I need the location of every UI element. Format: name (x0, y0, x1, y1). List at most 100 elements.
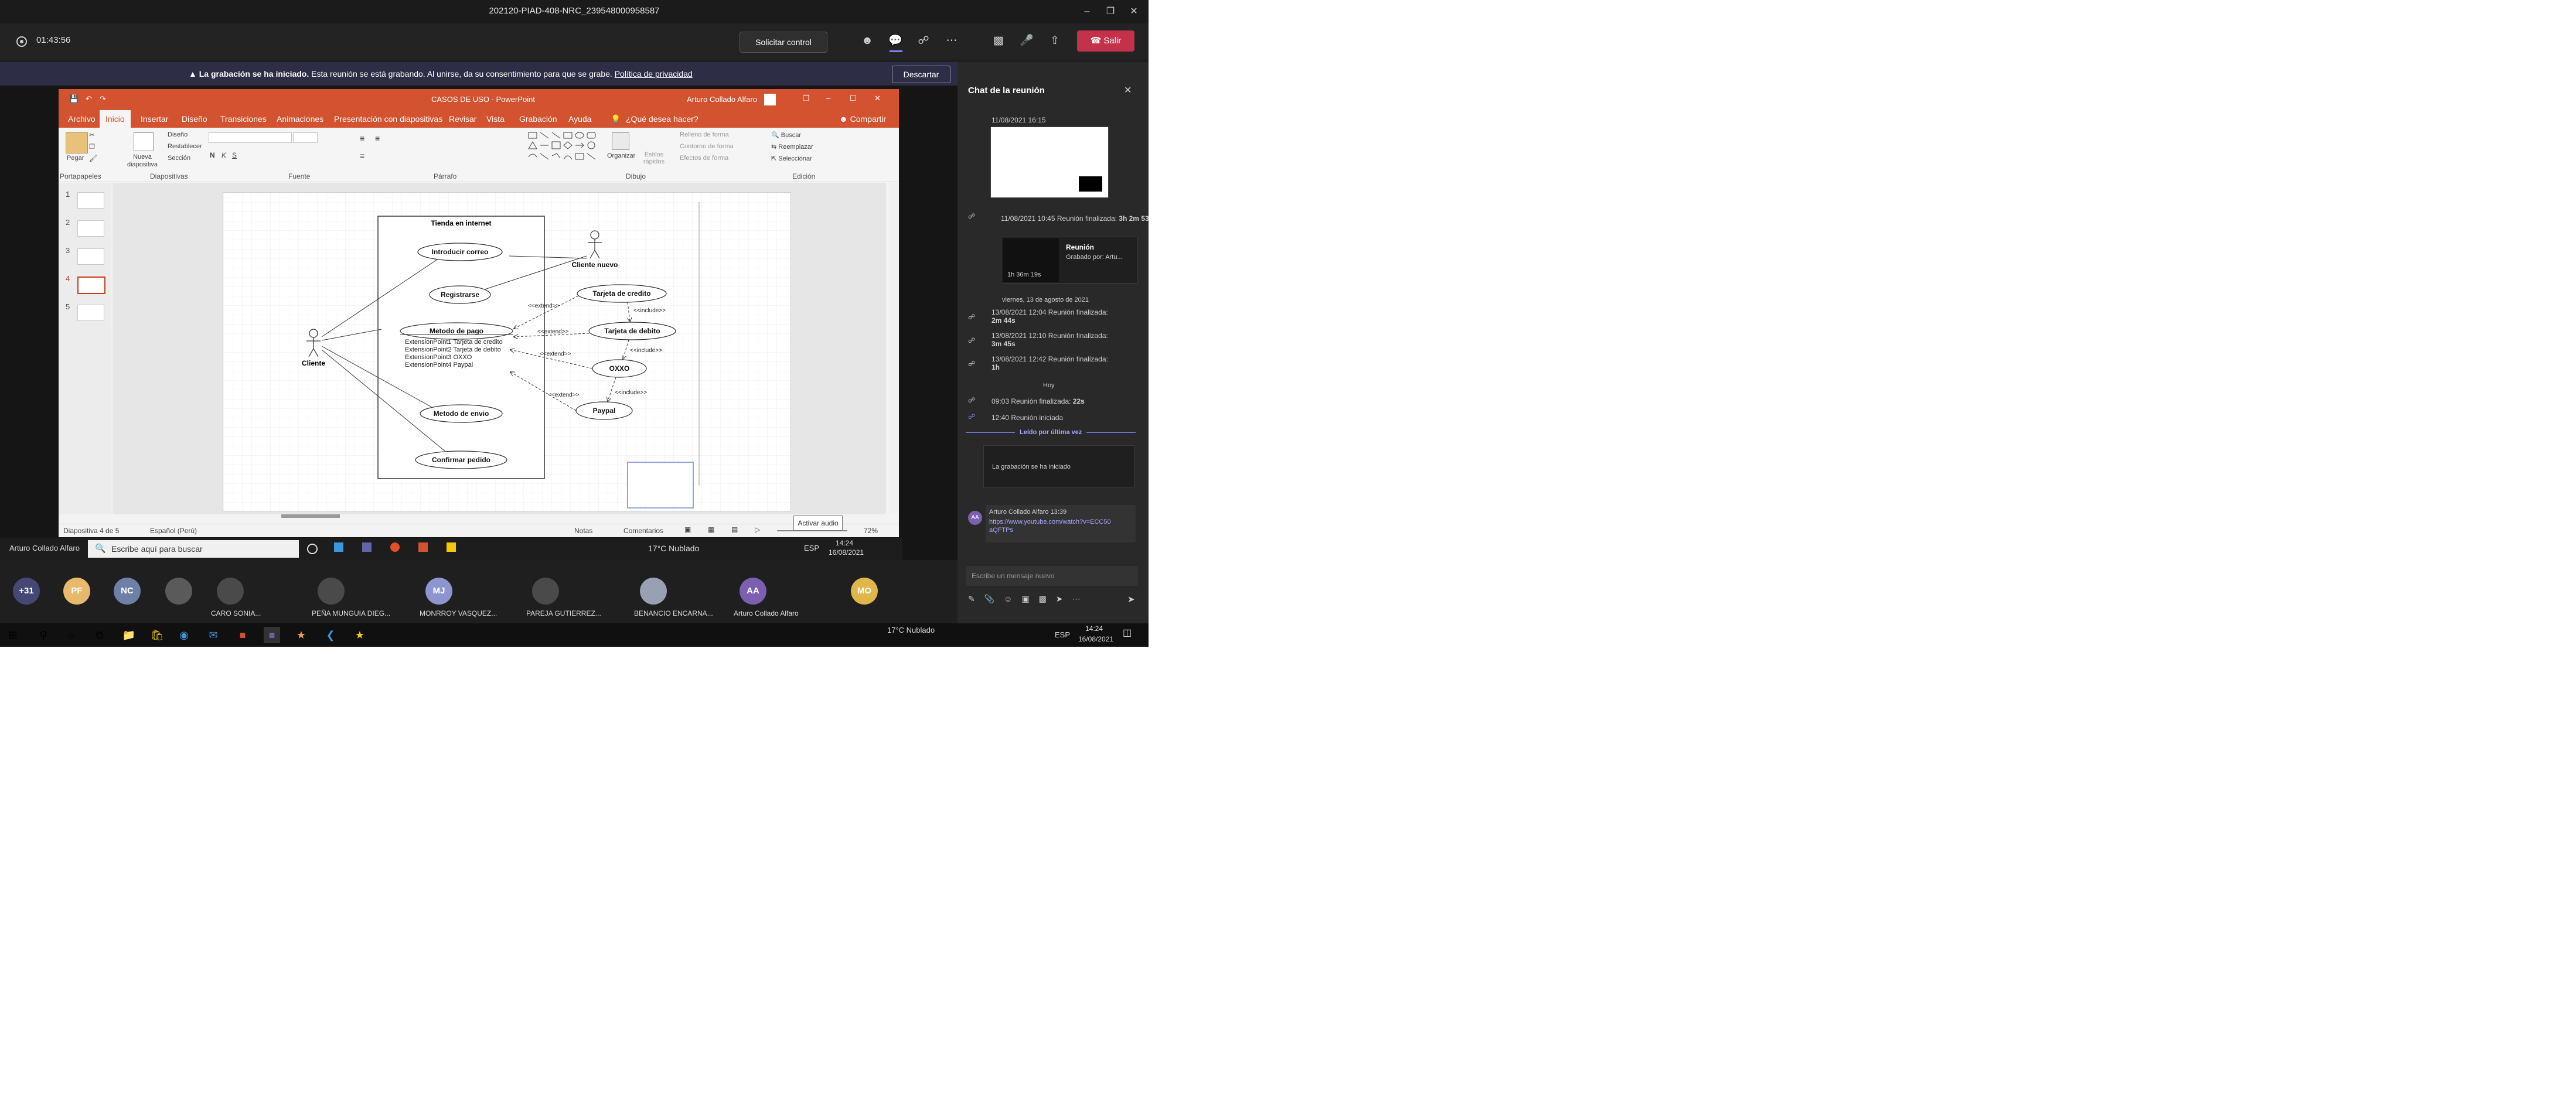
tell-me[interactable]: ¿Qué desea hacer? (626, 114, 698, 124)
shapes-gallery[interactable] (527, 131, 604, 164)
rooms-icon[interactable]: ☍ (915, 33, 932, 49)
dismiss-button[interactable]: Descartar (892, 66, 950, 83)
youtube-link[interactable]: https://www.youtube.com/watch?v=ECC50aQF… (989, 518, 1112, 534)
task-view-icon[interactable]: ⧉ (91, 627, 108, 643)
participant-avatar[interactable]: MO (851, 578, 878, 605)
slide-thumb-4[interactable] (77, 277, 105, 294)
paste-icon[interactable] (66, 132, 88, 153)
slide-thumb-2[interactable] (77, 220, 104, 237)
save-icon[interactable]: 💾 (69, 94, 79, 104)
vertical-scrollbar[interactable] (890, 183, 898, 514)
participant-avatar[interactable] (532, 578, 559, 605)
chrome-icon[interactable] (390, 542, 400, 552)
arrange-icon[interactable] (612, 132, 629, 150)
participant-avatar[interactable]: +31 (13, 578, 40, 605)
participant-avatar[interactable]: PF (63, 578, 90, 605)
notes-button[interactable]: Notas (574, 527, 592, 535)
new-slide-label[interactable]: Nueva diapositiva (122, 153, 163, 169)
participant-avatar[interactable] (640, 578, 667, 605)
italic-icon[interactable]: K (222, 151, 226, 159)
chat-icon[interactable]: 💬 (887, 33, 904, 49)
close-window-icon[interactable]: ✕ (1125, 5, 1143, 19)
align-icon[interactable]: ≡ (360, 151, 364, 161)
chat-compose-tools[interactable]: ✎📎☺▣▩➤⋯ (968, 594, 1090, 604)
share-button[interactable]: ☻ Compartir (839, 114, 886, 124)
recording-card[interactable]: Reunión Grabado por: Artu... 1h 36m 19s (1001, 237, 1138, 284)
app-icon[interactable]: ★ (352, 627, 368, 643)
copy-icon[interactable]: ❐ (89, 143, 95, 151)
mail-icon[interactable]: ✉ (205, 627, 222, 643)
participant-avatar[interactable]: MJ (425, 578, 452, 605)
new-slide-icon[interactable] (134, 132, 154, 151)
comments-button[interactable]: Comentarios (623, 527, 663, 535)
menu-revisar[interactable]: Revisar (449, 114, 476, 124)
ppt-close-icon[interactable]: ✕ (874, 94, 881, 103)
menu-transiciones[interactable]: Transiciones (220, 114, 267, 124)
cortana-icon[interactable] (307, 544, 318, 554)
cortana-icon[interactable]: ○ (63, 627, 80, 643)
participant-avatar[interactable] (165, 578, 192, 605)
edge-icon[interactable] (334, 542, 343, 552)
section-button[interactable]: Sección (168, 155, 190, 162)
remote-search-box[interactable]: 🔍 Escribe aquí para buscar (88, 540, 299, 558)
menu-ayuda[interactable]: Ayuda (568, 114, 591, 124)
slide[interactable]: Tienda en internet Cliente Cliente nuevo (223, 192, 791, 511)
slide-thumb-5[interactable] (77, 305, 104, 321)
zoom-preview[interactable] (627, 462, 694, 508)
menu-archivo[interactable]: Archivo (68, 114, 96, 124)
weather-widget[interactable]: 17°C Nublado (887, 626, 935, 634)
participant-avatar[interactable] (318, 578, 345, 605)
menu-grabacion[interactable]: Grabación (519, 114, 557, 124)
teams-app-icon[interactable] (362, 542, 372, 552)
ppt-restore-icon[interactable]: ❐ (803, 94, 810, 103)
slide-thumb-1[interactable] (77, 192, 104, 209)
app-icon[interactable]: ★ (293, 627, 309, 643)
minimize-icon[interactable]: – (1078, 5, 1096, 19)
powerpoint-icon[interactable] (418, 542, 428, 552)
shape-effects-button[interactable]: Efectos de forma (680, 155, 728, 162)
menu-insertar[interactable]: Insertar (141, 114, 168, 124)
ppt-maximize-icon[interactable]: ☐ (850, 94, 857, 103)
search-icon[interactable]: ⚲ (35, 627, 52, 643)
underline-icon[interactable]: S (232, 151, 237, 159)
input-language[interactable]: ESP (1055, 630, 1070, 639)
format-painter-icon[interactable]: 🖌 (89, 155, 97, 162)
restore-icon[interactable]: ❐ (1102, 5, 1119, 19)
menu-vista[interactable]: Vista (486, 114, 505, 124)
paste-label[interactable]: Pegar (67, 155, 84, 162)
menu-diseno[interactable]: Diseño (182, 114, 207, 124)
store-icon[interactable]: 🛍 (149, 627, 165, 643)
menu-animaciones[interactable]: Animaciones (277, 114, 323, 124)
language-indicator[interactable]: Español (Perú) (150, 527, 197, 535)
office-icon[interactable]: ■ (234, 627, 251, 643)
start-icon[interactable]: ⊞ (5, 627, 21, 643)
find-button[interactable]: 🔍 Buscar (771, 131, 801, 139)
bold-icon[interactable]: N (210, 151, 215, 159)
send-icon[interactable]: ➤ (1127, 594, 1135, 605)
user-avatar[interactable] (764, 94, 776, 105)
participant-avatar[interactable]: NC (114, 578, 141, 605)
layout-button[interactable]: Diseño (168, 131, 188, 138)
participant-avatar[interactable]: AA (740, 578, 766, 605)
message-input[interactable]: Escribe un mensaje nuevo (966, 566, 1138, 586)
clock-time[interactable]: 14:24 (1085, 624, 1103, 633)
edge-icon[interactable]: ◉ (176, 627, 192, 643)
menu-inicio[interactable]: Inicio (100, 110, 131, 128)
shared-image-thumbnail[interactable] (990, 127, 1109, 198)
replace-button[interactable]: ⇆ Reemplazar (771, 143, 813, 151)
slide-thumb-3[interactable] (77, 248, 104, 265)
shape-fill-button[interactable]: Relleno de forma (680, 131, 729, 138)
undo-icon[interactable]: ↶ (86, 94, 92, 104)
horizontal-scrollbar[interactable] (281, 514, 340, 518)
select-button[interactable]: ⇱ Seleccionar (771, 155, 812, 162)
leave-button[interactable]: ☎ Salir (1077, 30, 1134, 52)
mic-off-icon[interactable]: 🎤 (1018, 33, 1035, 49)
reading-view-icon[interactable]: ▤ (731, 525, 738, 534)
numbering-icon[interactable]: ≡ (375, 134, 380, 143)
reset-button[interactable]: Restablecer (168, 143, 202, 150)
teams-icon[interactable]: ■ (264, 627, 280, 643)
app-icon[interactable] (447, 542, 456, 552)
zoom-level[interactable]: 72% (864, 527, 878, 535)
bullets-icon[interactable]: ≡ (360, 134, 364, 143)
vscode-icon[interactable]: ❮ (322, 627, 339, 643)
